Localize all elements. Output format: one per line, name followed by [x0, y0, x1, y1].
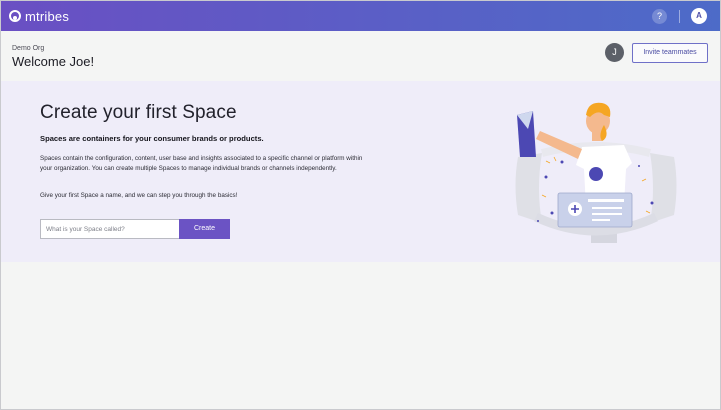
hero-title: Create your first Space — [40, 102, 237, 123]
card-line-3 — [592, 213, 622, 215]
teammate-avatar[interactable]: J — [605, 43, 624, 62]
hero-subtitle: Spaces are containers for your consumer … — [40, 134, 264, 143]
dot-icon — [550, 211, 554, 215]
top-bar: mtribes ? A — [1, 1, 720, 31]
dot-icon — [544, 175, 548, 179]
create-space-panel: Create your first Space Spaces are conta… — [1, 81, 720, 262]
hero-hint: Give your first Space a name, and we can… — [40, 192, 238, 199]
page-header: Demo Org Welcome Joe! J Invite teammates — [1, 31, 720, 81]
dot-icon — [638, 165, 640, 167]
topbar-divider — [679, 10, 680, 23]
invite-teammates-button[interactable]: Invite teammates — [632, 43, 708, 63]
org-name: Demo Org — [12, 45, 45, 52]
card-line-4 — [592, 219, 610, 221]
curved-panel-left — [515, 153, 542, 223]
space-illustration — [515, 102, 677, 243]
help-button[interactable]: ? — [652, 9, 667, 24]
create-button[interactable]: Create — [179, 219, 230, 239]
page-title: Welcome Joe! — [12, 54, 95, 69]
dot-icon — [537, 220, 539, 222]
mtribes-logo-icon — [9, 10, 21, 22]
user-avatar[interactable]: A — [691, 8, 707, 24]
dot-icon — [650, 201, 654, 205]
brand[interactable]: mtribes — [9, 9, 69, 24]
space-name-input[interactable] — [40, 219, 179, 239]
card-line-1 — [588, 199, 624, 202]
card-line-2 — [592, 207, 622, 209]
curved-panel-right — [650, 153, 677, 223]
dot-icon — [560, 160, 564, 164]
brand-name: mtribes — [25, 8, 70, 24]
shirt-logo-icon — [589, 167, 603, 181]
hero-description: Spaces contain the configuration, conten… — [40, 155, 363, 172]
